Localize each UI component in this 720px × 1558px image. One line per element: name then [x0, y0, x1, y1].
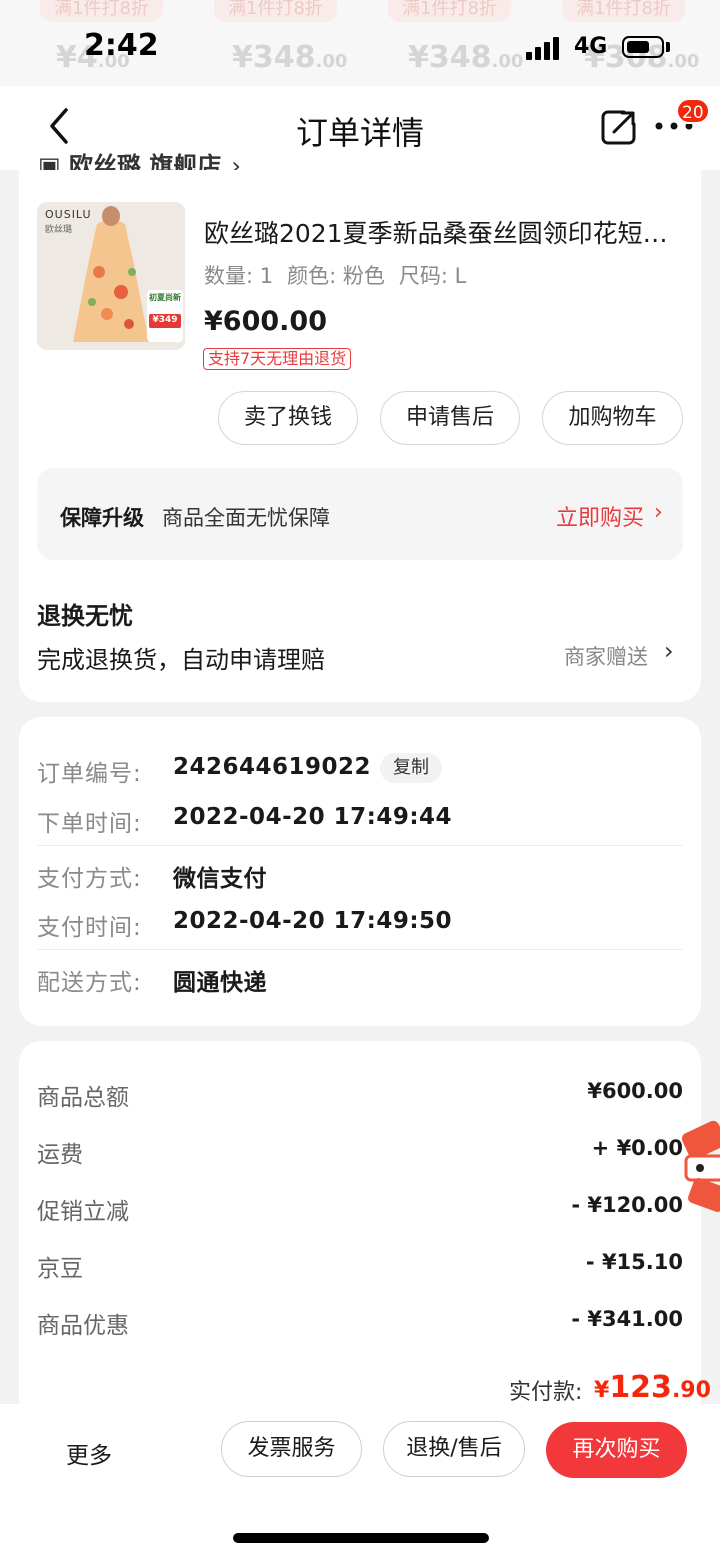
product-size: 尺码: L	[398, 264, 467, 288]
return-policy-badge: 支持7天无理由退货	[203, 348, 352, 370]
product-color: 颜色: 粉色	[287, 264, 385, 288]
paid-amount-label: 实付款:	[509, 1380, 583, 1405]
divider	[37, 949, 683, 950]
jd-beans-value: - ¥15.10	[585, 1250, 683, 1274]
guarantee-title: 保障升级	[60, 506, 144, 530]
network-type: 4G	[574, 34, 608, 59]
share-icon	[601, 110, 636, 145]
add-to-cart-button[interactable]: 加购物车	[542, 391, 683, 445]
payment-time-label: 支付时间:	[37, 915, 142, 941]
image-promo-tag: 初夏尚新	[149, 293, 181, 302]
promo-discount-label: 促销立减	[37, 1199, 129, 1225]
coupon-discount-label: 商品优惠	[37, 1313, 129, 1339]
product-spec: 数量: 1 颜色: 粉色 尺码: L	[204, 260, 480, 290]
goods-total-value: ¥600.00	[587, 1079, 683, 1103]
invoice-service-button[interactable]: 发票服务	[221, 1421, 362, 1477]
paid-amount: ¥123.90	[594, 1370, 711, 1405]
home-indicator	[233, 1533, 489, 1543]
worry-free-title: 退换无忧	[37, 602, 133, 630]
ghost-discount-tag: 满1件打8折	[562, 0, 685, 22]
chevron-right-icon: ›	[664, 637, 674, 665]
chevron-left-icon	[50, 108, 68, 144]
copy-order-number-button[interactable]: 复制	[380, 753, 442, 783]
worry-free-desc: 完成退换货，自动申请理赔	[37, 646, 325, 674]
ghost-discount-tag: 满1件打8折	[214, 0, 337, 22]
image-promo-price: ¥349	[152, 315, 178, 325]
merchant-gift-link[interactable]: 商家赠送	[564, 641, 648, 671]
return-after-sale-button[interactable]: 退换/售后	[383, 1421, 525, 1477]
ghost-price: ¥348.00	[232, 40, 348, 75]
goods-total-label: 商品总额	[37, 1085, 129, 1111]
ghost-price: ¥348.00	[408, 40, 524, 75]
guarantee-desc: 商品全面无忧保障	[162, 506, 330, 530]
message-count-badge: 20	[676, 98, 710, 124]
order-number: 242644619022	[173, 754, 372, 780]
order-number-label: 订单编号:	[37, 761, 142, 787]
product-image[interactable]: OUSILU 欧丝璐 初夏尚新 ¥349	[37, 202, 185, 350]
order-time-label: 下单时间:	[37, 811, 142, 837]
payment-method: 微信支付	[173, 866, 267, 892]
product-price: ¥600.00	[204, 306, 327, 337]
resell-button[interactable]: 卖了换钱	[218, 391, 358, 445]
battery-cap	[666, 42, 670, 52]
delivery-method-label: 配送方式:	[37, 970, 142, 996]
payment-method-label: 支付方式:	[37, 866, 142, 892]
guarantee-buy-link[interactable]: 立即购买	[556, 500, 644, 532]
payment-time: 2022-04-20 17:49:50	[173, 908, 453, 934]
order-time: 2022-04-20 17:49:44	[173, 804, 453, 830]
ghost-discount-tag: 满1件打8折	[40, 0, 163, 22]
jd-beans-label: 京豆	[37, 1256, 83, 1282]
cellular-signal-icon	[526, 36, 562, 60]
buy-again-button[interactable]: 再次购买	[546, 1422, 687, 1478]
delivery-method: 圆通快递	[173, 970, 267, 996]
more-actions-button[interactable]: 更多	[66, 1436, 112, 1470]
shipping-label: 运费	[37, 1142, 83, 1168]
chevron-right-icon: ›	[654, 500, 663, 525]
coupon-discount-value: - ¥341.00	[571, 1307, 683, 1331]
divider	[37, 845, 683, 846]
product-name[interactable]: 欧丝璐2021夏季新品桑蚕丝圆领印花短袖连衣裙	[204, 214, 682, 250]
image-brand-cn: 欧丝璐	[45, 225, 73, 235]
apply-after-sale-button[interactable]: 申请售后	[380, 391, 520, 445]
floating-promo-icon[interactable]	[676, 1112, 720, 1216]
share-button[interactable]	[600, 108, 638, 146]
gift-icon	[681, 1120, 720, 1212]
shipping-value: + ¥0.00	[591, 1136, 683, 1160]
ghost-discount-tag: 满1件打8折	[388, 0, 511, 22]
image-brand: OUSILU	[45, 208, 92, 221]
promo-discount-value: - ¥120.00	[571, 1193, 683, 1217]
product-quantity: 数量: 1	[204, 264, 274, 288]
back-button[interactable]	[44, 106, 80, 146]
status-time: 2:42	[84, 28, 159, 63]
battery-icon	[622, 36, 664, 58]
